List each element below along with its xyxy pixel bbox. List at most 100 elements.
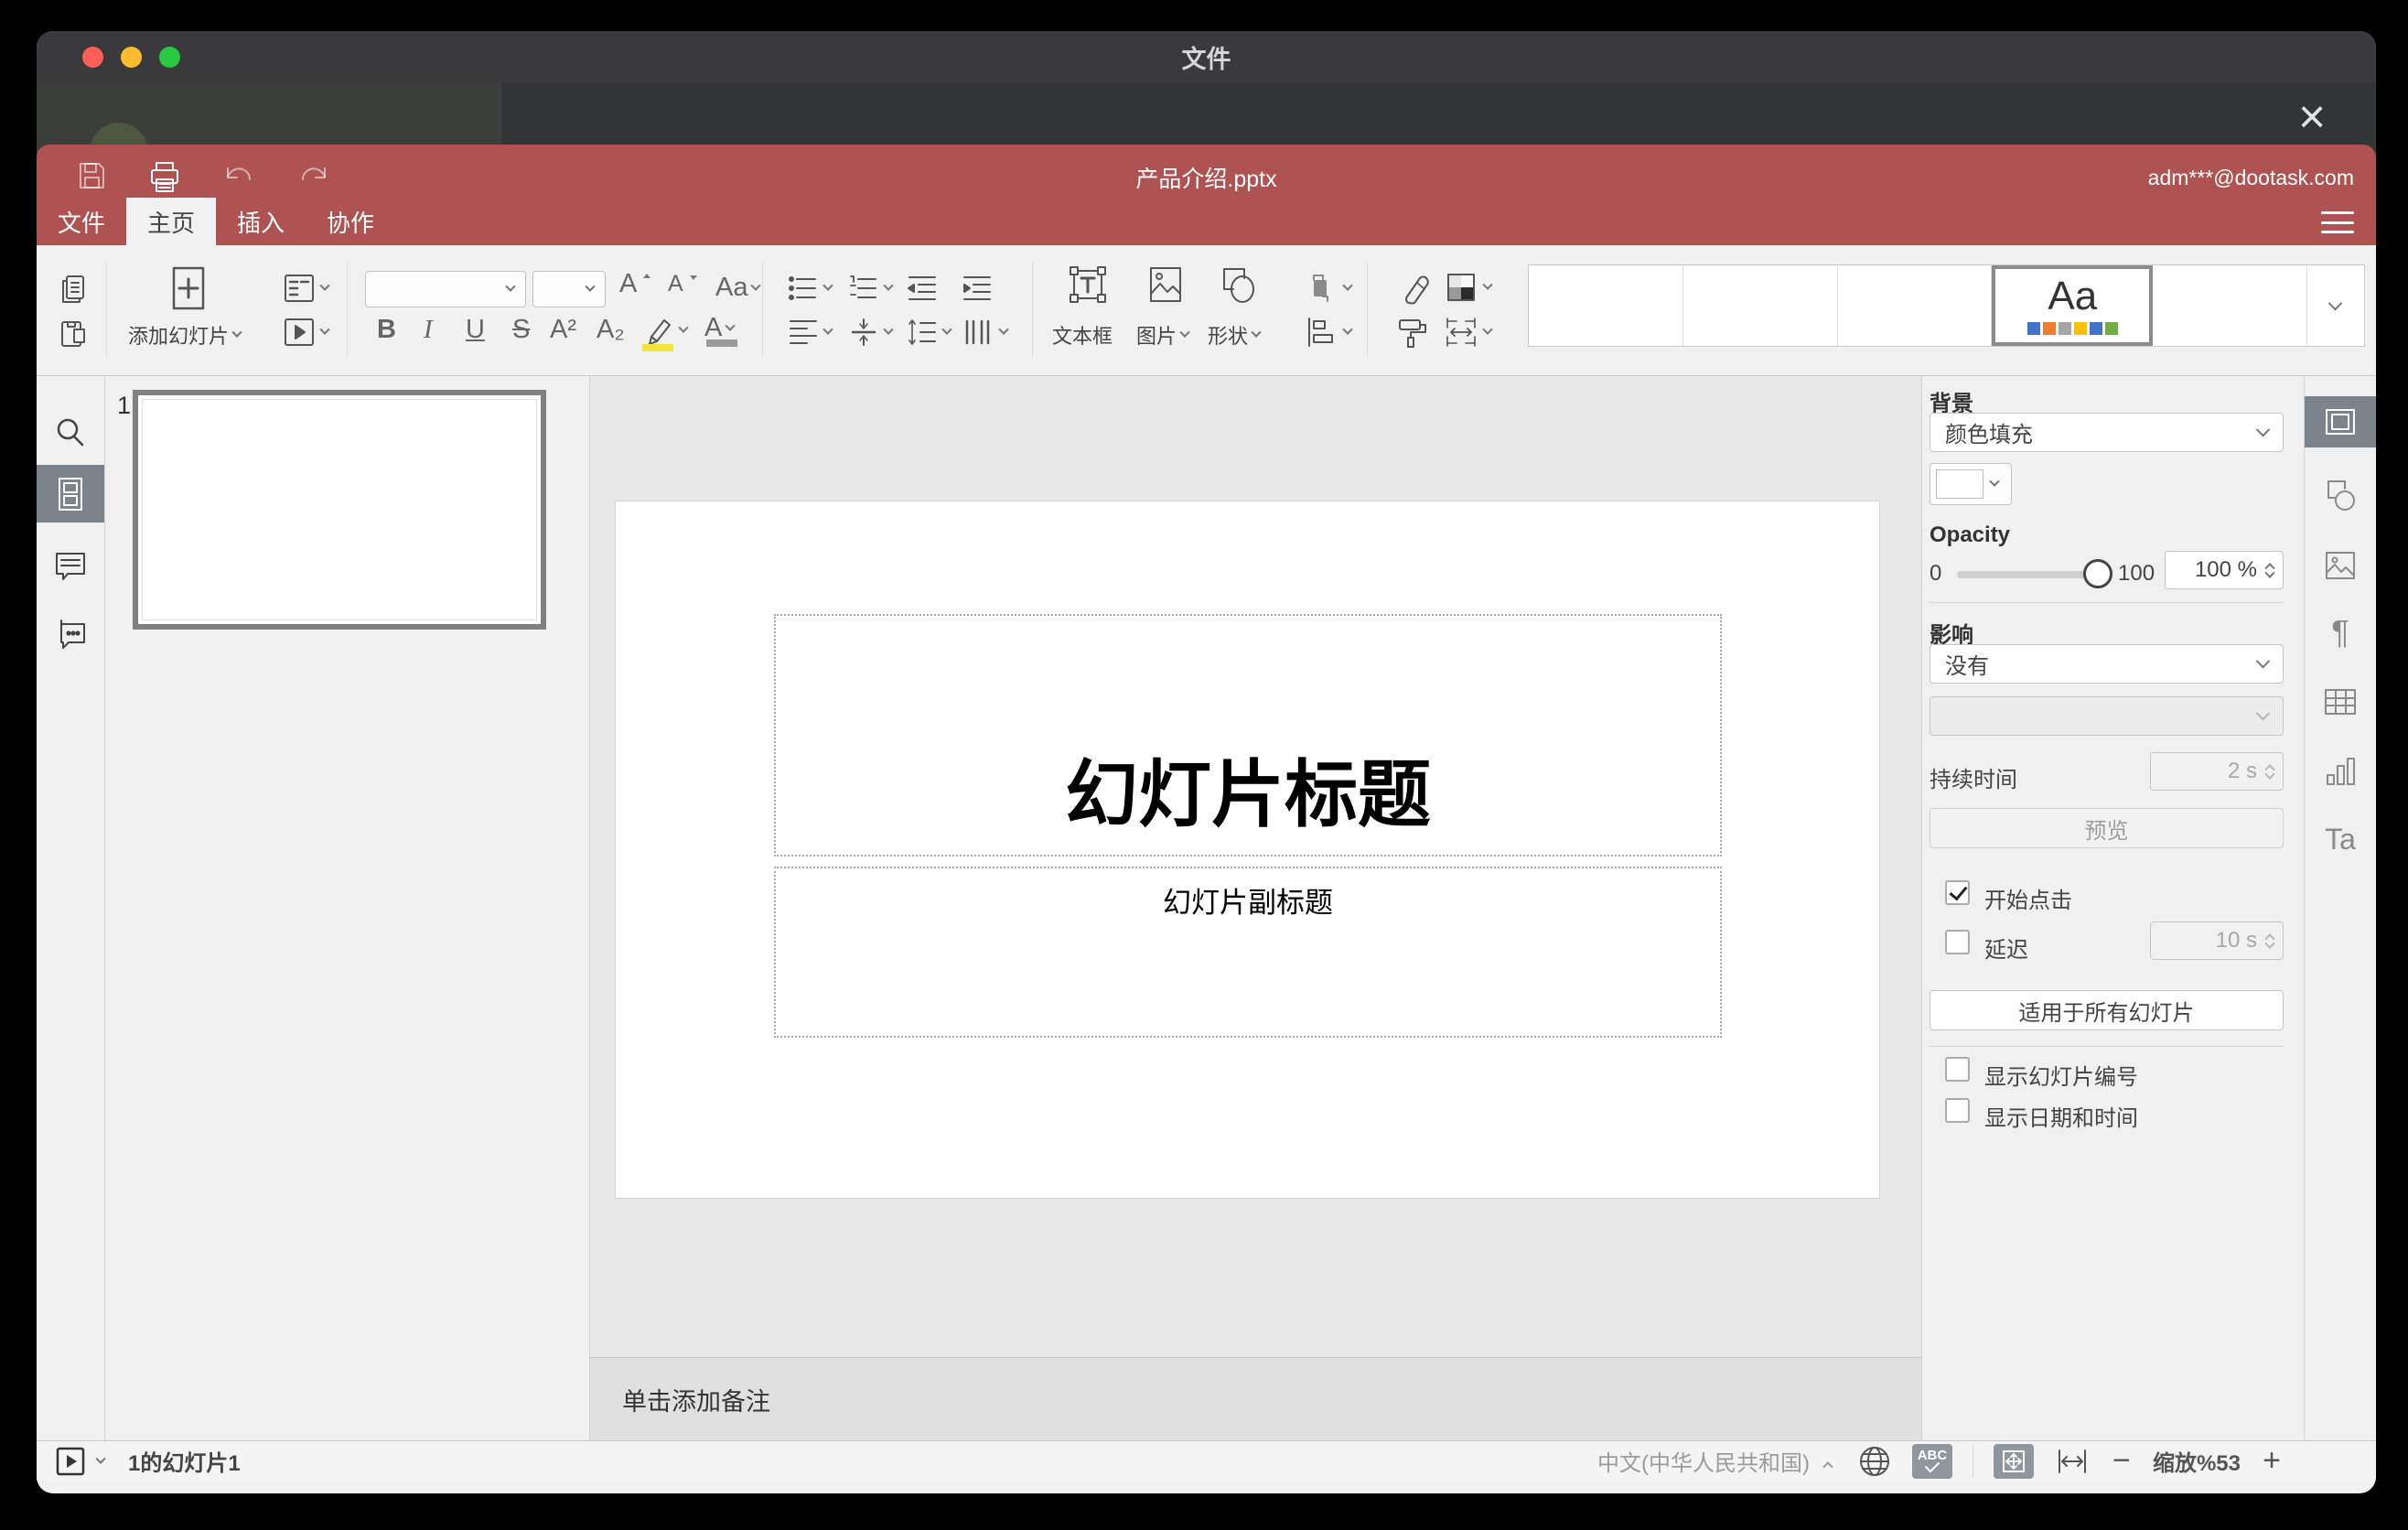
- show-date-time-checkbox[interactable]: [1945, 1098, 1970, 1123]
- font-size-select[interactable]: [532, 271, 606, 307]
- highlight-color-button[interactable]: [640, 313, 689, 351]
- textbox-button[interactable]: 文本框: [1052, 320, 1113, 350]
- spellcheck-icon[interactable]: ABC: [1911, 1443, 1952, 1479]
- eraser-icon[interactable]: [1394, 271, 1431, 306]
- slide-canvas[interactable]: 幻灯片标题 幻灯片副标题: [616, 501, 1879, 1198]
- bold-button[interactable]: B: [377, 315, 408, 345]
- add-slide-button[interactable]: 添加幻灯片: [128, 320, 242, 350]
- italic-button[interactable]: I: [424, 315, 455, 345]
- theme-option-selected[interactable]: Aa: [1992, 265, 2154, 346]
- theme-gallery-expand[interactable]: [2307, 265, 2364, 346]
- tab-insert[interactable]: 插入: [216, 198, 306, 245]
- change-case-button[interactable]: Aa: [715, 273, 762, 303]
- effect-select[interactable]: 没有: [1930, 644, 2284, 684]
- fill-color-picker[interactable]: [1930, 463, 2012, 505]
- theme-colors-button[interactable]: [1443, 269, 1493, 306]
- increase-indent-button[interactable]: [961, 273, 994, 304]
- opacity-slider-track[interactable]: [1957, 571, 2094, 578]
- delay-input[interactable]: 10 s: [2150, 921, 2284, 960]
- fit-to-slide-icon[interactable]: [1993, 1443, 2034, 1479]
- tab-collaboration[interactable]: 协作: [306, 198, 395, 245]
- numbered-list-button[interactable]: [847, 273, 894, 304]
- delay-label: 延迟: [1984, 938, 2028, 963]
- add-slide-icon[interactable]: [170, 265, 207, 311]
- delay-checkbox[interactable]: [1945, 930, 1970, 954]
- textbox-icon[interactable]: [1067, 264, 1109, 306]
- show-slide-number-checkbox[interactable]: [1945, 1057, 1970, 1082]
- tab-file[interactable]: 文件: [37, 198, 126, 245]
- preview-button[interactable]: [282, 315, 330, 350]
- shape-icon[interactable]: [1217, 264, 1259, 306]
- start-on-click-checkbox[interactable]: [1945, 880, 1970, 905]
- effect-type-select[interactable]: [1930, 696, 2284, 736]
- close-icon[interactable]: ×: [2286, 91, 2338, 144]
- slide-title-text: 幻灯片标题: [1065, 754, 1431, 835]
- opacity-max: 100: [2118, 561, 2155, 586]
- theme-option[interactable]: [2153, 265, 2307, 346]
- fit-to-width-icon[interactable]: [2056, 1448, 2089, 1475]
- image-settings-icon[interactable]: [2305, 538, 2376, 593]
- start-slideshow-button[interactable]: [55, 1446, 106, 1477]
- align-shape-button[interactable]: [1305, 317, 1353, 348]
- subtitle-placeholder[interactable]: 幻灯片副标题: [774, 867, 1722, 1038]
- table-settings-icon[interactable]: [2305, 674, 2376, 729]
- decrease-font-icon[interactable]: A: [668, 271, 699, 297]
- tab-home[interactable]: 主页: [126, 198, 217, 245]
- increase-font-icon[interactable]: A: [619, 269, 652, 299]
- slide-indicator: 1的幻灯片1: [128, 1451, 241, 1476]
- columns-button[interactable]: [962, 317, 1009, 348]
- opacity-slider-thumb[interactable]: [2083, 559, 2112, 588]
- decrease-indent-button[interactable]: [906, 273, 939, 304]
- slides-panel-icon[interactable]: [37, 465, 104, 523]
- strikethrough-button[interactable]: S: [512, 315, 543, 345]
- slide-size-button[interactable]: [1443, 317, 1493, 348]
- opacity-input[interactable]: 100 %: [2165, 551, 2284, 589]
- superscript-button[interactable]: A²: [550, 315, 581, 345]
- document-language-icon[interactable]: [1857, 1444, 1892, 1479]
- show-date-time-label: 显示日期和时间: [1984, 1106, 2138, 1131]
- underline-button[interactable]: U: [466, 315, 497, 345]
- theme-option[interactable]: [1682, 265, 1838, 346]
- slide-settings-icon[interactable]: [2305, 396, 2376, 447]
- copy-button[interactable]: [58, 273, 89, 306]
- paint-roller-icon[interactable]: [1394, 315, 1431, 351]
- paragraph-settings-icon[interactable]: ¶: [2305, 605, 2376, 660]
- language-label[interactable]: 中文(中华人民共和国): [1597, 1445, 1810, 1477]
- slide-thumbnail[interactable]: [133, 390, 546, 630]
- arrange-shape-button[interactable]: [1305, 271, 1353, 306]
- shape-button[interactable]: 形状: [1208, 320, 1262, 350]
- apply-to-all-slides-button[interactable]: 适用于所有幻灯片: [1930, 990, 2284, 1030]
- fill-type-select[interactable]: 颜色填充: [1930, 413, 2284, 452]
- preview-effect-button[interactable]: 预览: [1930, 808, 2284, 848]
- notes-area[interactable]: 单击添加备注: [590, 1357, 1921, 1440]
- vertical-align-button[interactable]: [847, 317, 894, 348]
- textart-settings-icon[interactable]: Ta: [2305, 812, 2376, 867]
- paste-button[interactable]: [58, 317, 89, 350]
- macos-titlebar: 文件: [37, 31, 2376, 82]
- line-spacing-button[interactable]: [906, 317, 952, 348]
- bullet-list-button[interactable]: [787, 273, 833, 304]
- theme-option[interactable]: [1529, 265, 1683, 346]
- menu-icon[interactable]: [2321, 209, 2354, 236]
- duration-input[interactable]: 2 s: [2150, 752, 2284, 791]
- document-title[interactable]: 产品介绍.pptx: [37, 157, 2376, 198]
- shape-settings-icon[interactable]: [2305, 468, 2376, 523]
- app-window: 文件 × 产品介绍.pptx adm***@dootask.com 文件 主页: [37, 31, 2376, 1493]
- chat-icon[interactable]: [37, 607, 104, 662]
- zoom-out-button[interactable]: −: [2103, 1443, 2140, 1479]
- comments-icon[interactable]: [37, 539, 104, 594]
- subscript-button[interactable]: A₂: [597, 315, 628, 345]
- search-icon[interactable]: [37, 405, 104, 460]
- chart-settings-icon[interactable]: [2305, 744, 2376, 799]
- show-slide-number-label: 显示幻灯片编号: [1984, 1065, 2138, 1090]
- slide-layout-button[interactable]: [282, 271, 330, 306]
- image-icon[interactable]: [1145, 264, 1186, 306]
- left-icon-strip: [37, 376, 105, 1440]
- image-button[interactable]: 图片: [1136, 320, 1190, 350]
- theme-option[interactable]: [1837, 265, 1993, 346]
- zoom-in-button[interactable]: +: [2253, 1443, 2290, 1479]
- title-placeholder[interactable]: 幻灯片标题: [774, 614, 1722, 857]
- horizontal-align-button[interactable]: [787, 317, 833, 348]
- font-name-select[interactable]: [365, 271, 526, 307]
- font-color-button[interactable]: A: [704, 313, 737, 347]
